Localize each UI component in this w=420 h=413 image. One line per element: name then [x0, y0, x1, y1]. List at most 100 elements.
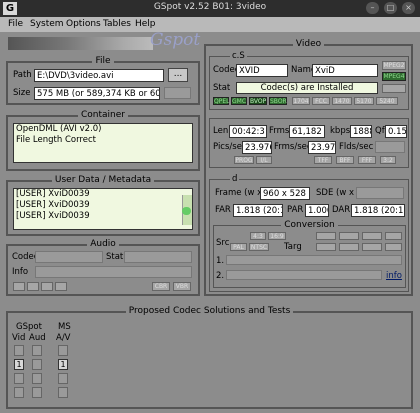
target-option-button[interactable] [339, 232, 359, 240]
aud-label: Aud [29, 333, 46, 343]
aud-slot[interactable] [32, 373, 42, 384]
video-stat-field: Codec(s) are Installed [236, 82, 378, 94]
gspot-logo: Gspot [150, 30, 201, 50]
menu-system[interactable]: System [30, 19, 64, 29]
audio-flag-button[interactable] [41, 282, 53, 291]
conversion-row-1-label: 1. [216, 256, 225, 266]
frms-label: Frms [269, 126, 290, 136]
pal-button[interactable]: PAL [230, 243, 247, 251]
vid-slot[interactable] [14, 345, 24, 356]
kbps-label: kbps [330, 126, 351, 136]
metadata-scroll-thumb[interactable] [182, 207, 191, 215]
flds-sec-field [375, 141, 405, 153]
menu-tables[interactable]: Tables [103, 19, 131, 29]
target-option-button[interactable] [316, 232, 336, 240]
file-group-title: File [92, 56, 114, 66]
path-field[interactable]: E:\DVD\3video.avi [34, 69, 164, 82]
ratio-32-flag: 3:2 [380, 156, 396, 164]
metadata-row[interactable]: [USER] XviD0039 [16, 211, 192, 222]
target-option-button[interactable] [362, 243, 382, 251]
av-slot[interactable] [58, 345, 68, 356]
minimize-button[interactable]: – [366, 2, 379, 14]
audio-flag-button[interactable] [27, 282, 39, 291]
path-label: Path [13, 70, 32, 80]
audio-stat-label: Stat [106, 252, 124, 262]
vid-solution-button[interactable]: 1 [14, 359, 24, 370]
av-label: A/V [56, 333, 71, 343]
il-flag: I/L [256, 156, 272, 164]
len-label: Len [213, 126, 229, 136]
audio-flag-button[interactable] [55, 282, 67, 291]
aud-slot[interactable] [32, 345, 42, 356]
ms-sublabel: MS [58, 322, 71, 332]
metadata-group-title: User Data / Metadata [51, 175, 155, 185]
par-field: 1.000 [305, 204, 329, 217]
src-label: Src [216, 238, 230, 248]
sde-label: SDE (w x [316, 188, 355, 198]
pics-sec-field: 23.976 [242, 141, 272, 154]
target-option-button[interactable] [385, 243, 402, 251]
ar-43-button[interactable]: 4:3 [250, 232, 266, 240]
conversion-title: Conversion [281, 220, 338, 230]
vid-label: Vid [12, 333, 26, 343]
conversion-row-2-field [226, 270, 382, 280]
target-option-button[interactable] [385, 232, 402, 240]
qpel-flag: QPEL [213, 97, 230, 105]
flds-sec-label: Flds/sec [339, 142, 374, 152]
ar-169-button[interactable]: 16:9 [268, 232, 286, 240]
bff-flag: BFF [336, 156, 354, 164]
audio-cbr-button[interactable]: CBR [152, 282, 170, 291]
conversion-row-1-field [226, 255, 402, 265]
maximize-button[interactable]: □ [384, 2, 397, 14]
dar-field: 1.818 (20:11 [351, 204, 405, 217]
vid-slot[interactable] [14, 373, 24, 384]
container-group: Container OpenDML (AVI v2.0) File Length… [6, 110, 200, 171]
audio-group: Audio Codec Stat Info CBR VBR [6, 239, 200, 296]
target-option-button[interactable] [339, 243, 359, 251]
metadata-row[interactable]: [USER] XviD0039 [16, 200, 192, 211]
frms-field: 61,182 [289, 125, 325, 138]
menu-bar: File System Options Tables Help [0, 17, 420, 32]
audio-stat-field [124, 251, 192, 263]
audio-group-title: Audio [87, 239, 119, 249]
video-stat-label: Stat [213, 83, 231, 93]
len-field: 00:42:3 [229, 125, 267, 138]
av-slot[interactable] [58, 373, 68, 384]
video-group: Video c.S Codec XVID Name XviD MPEG2 MPE… [204, 39, 413, 296]
title-bar[interactable]: G GSpot v2.52 B01: 3video – □ × [0, 0, 420, 17]
sde-field [356, 187, 404, 199]
conversion-row-2-label: 2. [216, 271, 225, 281]
video-name-field: XviD [312, 64, 378, 77]
vid-slot[interactable] [14, 387, 24, 398]
ntsc-button[interactable]: NTSC [249, 243, 269, 251]
dimensions-subgroup: d Frame (w x 960 x 528 SDE (w x FAR 1.81… [209, 174, 409, 292]
audio-codec-field [35, 251, 103, 263]
browse-button[interactable]: ... [168, 68, 188, 82]
menu-help[interactable]: Help [135, 19, 156, 29]
flag-5240: 5240 [376, 97, 398, 105]
far-label: FAR [215, 205, 231, 215]
qf-label: Qf [375, 126, 385, 136]
close-button[interactable]: × [402, 2, 415, 14]
target-option-button[interactable] [362, 232, 382, 240]
aud-slot[interactable] [32, 387, 42, 398]
size-label: Size [13, 88, 31, 98]
video-group-title: Video [292, 39, 325, 49]
proposed-group-title: Proposed Codec Solutions and Tests [125, 306, 294, 316]
metadata-list[interactable]: [USER] XviD0039 [USER] XviD0039 [USER] X… [13, 188, 193, 230]
frame-field: 960 x 528 [260, 187, 310, 200]
d-title: d [230, 174, 240, 184]
kbps-field: 1888 [350, 125, 372, 138]
aud-slot[interactable] [32, 359, 42, 370]
bvop-flag: BVOP [249, 97, 267, 105]
audio-flag-button[interactable] [13, 282, 25, 291]
menu-options[interactable]: Options [66, 19, 101, 29]
target-option-button[interactable] [316, 243, 336, 251]
menu-file[interactable]: File [8, 19, 23, 29]
av-solution-button[interactable]: 1 [58, 359, 68, 370]
metadata-row[interactable]: [USER] XviD0039 [16, 189, 192, 200]
audio-vbr-button[interactable]: VBR [173, 282, 191, 291]
av-slot[interactable] [58, 387, 68, 398]
info-link[interactable]: info [386, 271, 402, 281]
gmc-flag: GMC [231, 97, 247, 105]
